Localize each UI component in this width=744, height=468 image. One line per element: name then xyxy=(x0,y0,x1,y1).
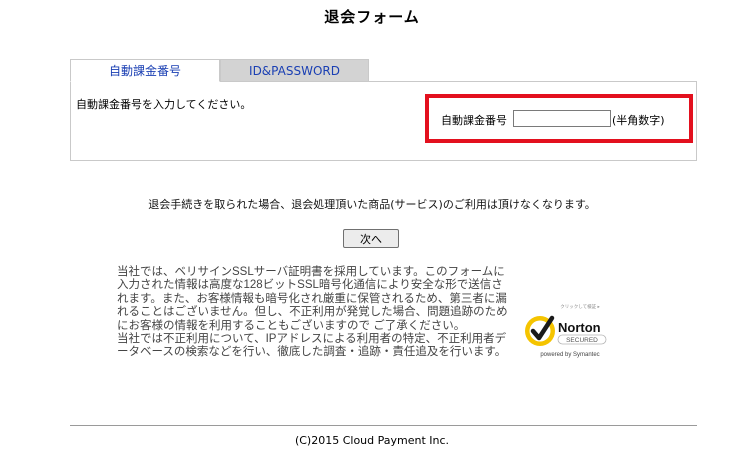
auto-billing-number-label: 自動課金番号 xyxy=(441,114,507,127)
seal-secured: SECURED xyxy=(566,337,598,344)
security-paragraph-fraud: 当社では不正利用について、IPアドレスによる利用者の特定、不正利用者データベース… xyxy=(117,333,507,359)
form-panel: 自動課金番号を入力してください。 自動課金番号 (半角数字) xyxy=(70,81,697,161)
tab-id-password[interactable]: ID&PASSWORD xyxy=(220,59,369,82)
seal-powered-by: powered by Symantec xyxy=(540,352,599,358)
auto-billing-number-input[interactable] xyxy=(513,110,611,127)
seal-verify-text: クリックして検証 ▸ xyxy=(560,303,600,310)
footer-divider xyxy=(70,425,697,426)
cancellation-notice: 退会手続きを取られた場合、退会処理頂いた商品(サービス)のご利用は頂けなくなりま… xyxy=(148,198,596,211)
copyright: (C)2015 Cloud Payment Inc. xyxy=(294,434,450,447)
tab-auto-billing-number[interactable]: 自動課金番号 xyxy=(70,59,220,82)
security-statement: 当社では、ベリサインSSLサーバ証明書を採用しています。このフォームに入力された… xyxy=(117,266,513,360)
page-title: 退会フォーム xyxy=(324,8,420,26)
half-width-digits-hint: (半角数字) xyxy=(612,114,665,127)
norton-check-icon xyxy=(525,315,555,346)
seal-brand: Norton xyxy=(558,320,601,335)
form-instruction: 自動課金番号を入力してください。 xyxy=(76,98,252,111)
norton-secured-seal[interactable]: クリックして検証 ▸ Norton SECURED powered by Sym… xyxy=(522,300,618,362)
next-button[interactable]: 次へ xyxy=(343,229,399,248)
security-paragraph-ssl: 当社では、ベリサインSSLサーバ証明書を採用しています。このフォームに入力された… xyxy=(117,266,508,332)
